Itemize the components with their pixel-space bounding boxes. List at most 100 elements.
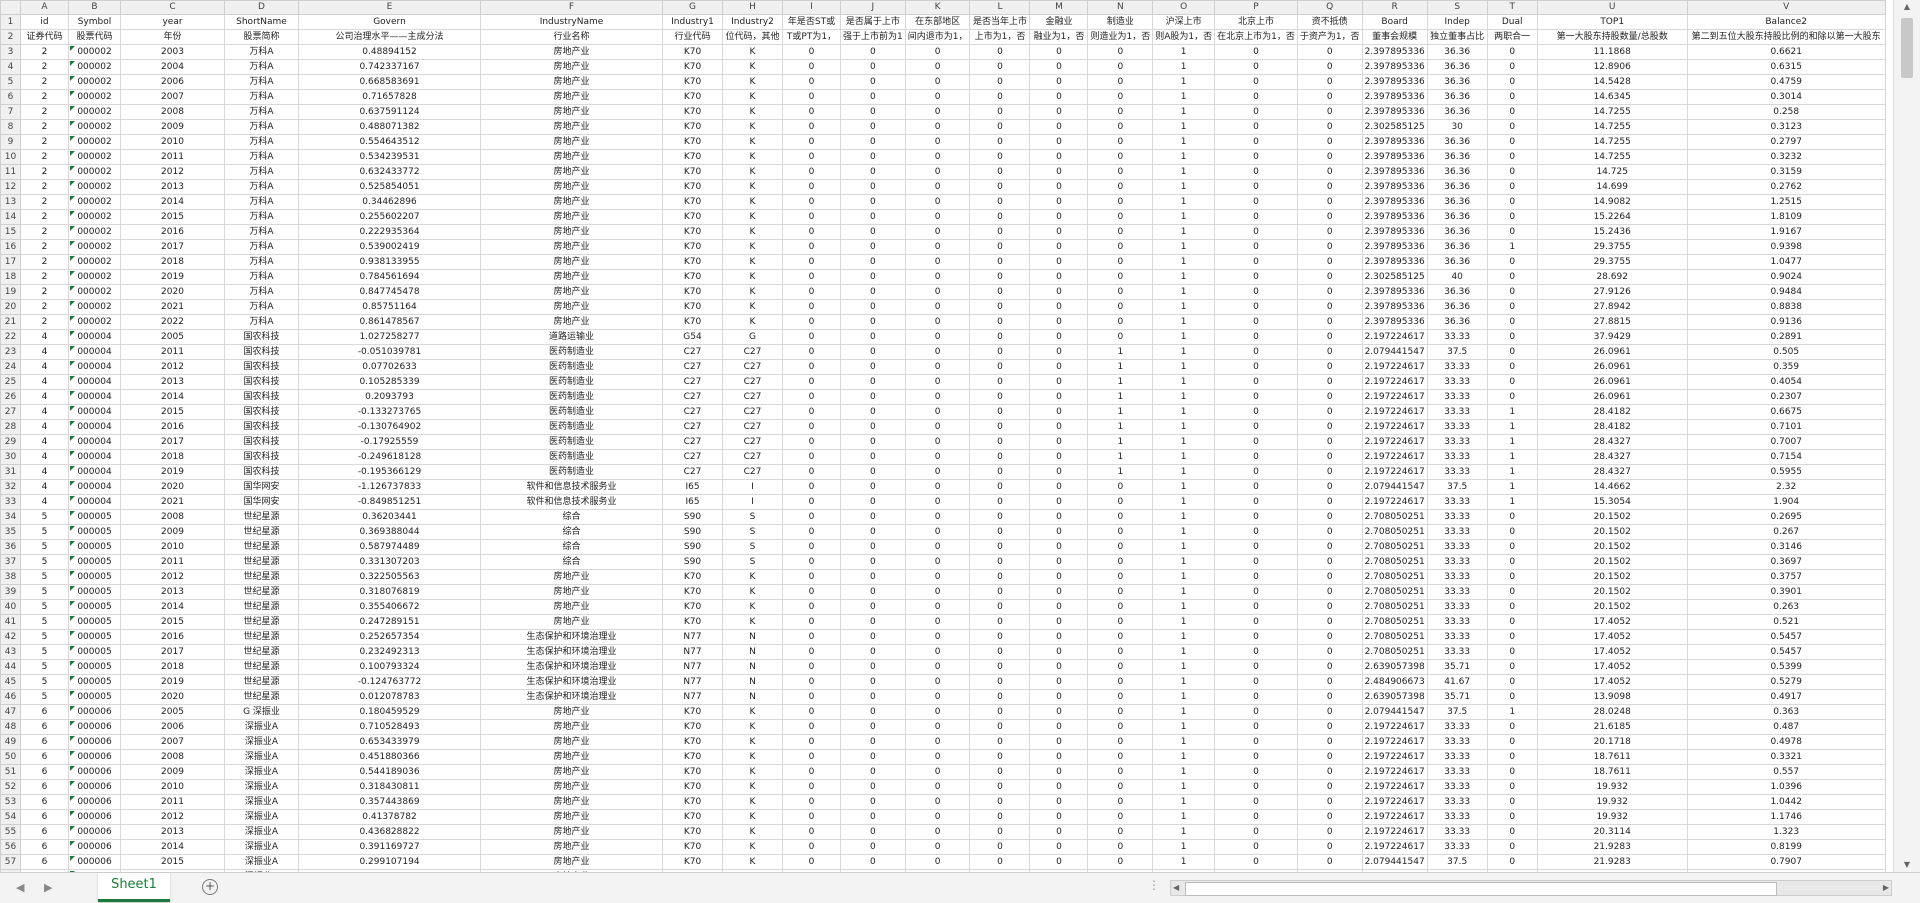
cell-d[interactable]: 万科A [224,164,299,180]
cell-k[interactable]: 0 [904,224,971,240]
column-header-g[interactable]: G [662,0,723,15]
cell-f[interactable]: 房地产业 [480,164,663,180]
cell-c[interactable]: 2003 [120,44,225,60]
cell-g[interactable]: S90 [662,539,723,555]
cell-s[interactable]: 33.33 [1426,734,1488,750]
cell-l[interactable]: 0 [969,314,1031,330]
cell-t[interactable]: 0 [1486,734,1538,750]
cell-q[interactable]: 0 [1296,824,1363,840]
cell-o[interactable]: 1 [1152,89,1216,105]
cell-a[interactable]: 4 [20,374,69,390]
cell-v[interactable]: 0.2762 [1686,179,1886,195]
cell-d[interactable]: 世纪星源 [224,524,299,540]
cell-f[interactable]: 医药制造业 [480,359,663,375]
cell-h[interactable]: K [722,239,783,255]
row-header[interactable]: 45 [0,674,21,690]
cell-d[interactable]: 深振业A [224,764,299,780]
cell-t[interactable]: 1 [1486,494,1538,510]
cell-k[interactable]: 0 [904,104,971,120]
cell-j[interactable]: 0 [840,554,906,570]
cell-d[interactable]: 国华网安 [224,479,299,495]
cell-s[interactable]: 33.33 [1426,374,1488,390]
cell-d[interactable]: 世纪星源 [224,674,299,690]
cell-a[interactable]: 4 [20,494,69,510]
cell-f[interactable]: 房地产业 [480,584,663,600]
cell-f[interactable]: 医药制造业 [480,404,663,420]
cell-e[interactable]: 0.525854051 [298,179,481,195]
cell-i[interactable]: 0 [782,404,841,420]
cell-u[interactable]: 14.5428 [1536,74,1688,90]
cell-i[interactable]: 0 [782,44,841,60]
cell-l[interactable]: 0 [969,134,1031,150]
cell-v[interactable]: 0.263 [1686,599,1886,615]
cell-l[interactable]: 0 [969,389,1031,405]
cell-u[interactable]: 19.932 [1536,794,1688,810]
column-header-o[interactable]: O [1152,0,1216,15]
cell-v[interactable]: 0.6315 [1686,59,1886,75]
cell-d[interactable]: 深振业A [224,779,299,795]
cell-k[interactable]: 0 [904,704,971,720]
cell-v[interactable]: 0.9136 [1686,314,1886,330]
cell-d[interactable]: 国农科技 [224,419,299,435]
cell-d[interactable]: 国农科技 [224,434,299,450]
cell-p[interactable]: 0 [1214,584,1298,600]
cell-d[interactable]: 万科A [224,104,299,120]
row-header[interactable]: 35 [0,524,21,540]
cell-a[interactable]: 4 [20,479,69,495]
cell-f[interactable]: 房地产业 [480,104,663,120]
cell-h[interactable]: C27 [722,374,783,390]
cell-a[interactable]: 5 [20,524,69,540]
cell-e[interactable]: 0.34462896 [298,194,481,210]
cell-s[interactable]: 36.36 [1426,254,1488,270]
cell-h[interactable]: C27 [722,449,783,465]
cell-i[interactable]: 0 [782,74,841,90]
cell-t[interactable]: 0 [1486,74,1538,90]
row-header[interactable]: 57 [0,854,21,870]
cell-p[interactable]: 0 [1214,509,1298,525]
cell-s[interactable]: 33.33 [1426,524,1488,540]
cell-f[interactable]: 房地产业 [480,314,663,330]
cell-k[interactable]: 0 [904,824,971,840]
cell-s[interactable]: 33.33 [1426,794,1488,810]
cell-m[interactable]: 0 [1029,89,1089,105]
cell-v[interactable]: 1.2515 [1686,194,1886,210]
cell-i[interactable]: 0 [782,629,841,645]
cell-t[interactable]: 0 [1486,59,1538,75]
cell-l[interactable]: 0 [969,674,1031,690]
cell-a[interactable]: 2 [20,134,69,150]
cell-b[interactable]: 000006 [68,779,121,795]
cell-h[interactable]: K [722,164,783,180]
cell-h[interactable]: K [722,839,783,855]
cell-n[interactable]: 0 [1087,659,1154,675]
cell-v[interactable]: 0.487 [1686,719,1886,735]
spreadsheet-grid[interactable]: ABCDEFGHIJKLMNOPQRSTUV 1 id Symbol year Shor… [0,0,1894,872]
cell-k[interactable]: 0 [904,689,971,705]
cell-e[interactable]: 1.027258277 [298,329,481,345]
cell-i[interactable]: 0 [782,794,841,810]
cell-c[interactable]: 2015 [120,209,225,225]
cell-e[interactable]: 0.299107194 [298,854,481,870]
cell-l[interactable]: 0 [969,794,1031,810]
cell-p[interactable]: 0 [1214,479,1298,495]
cell-p[interactable]: 0 [1214,539,1298,555]
cell-j[interactable]: 0 [840,374,906,390]
cell-r[interactable]: 2.079441547 [1361,854,1428,870]
cell-f[interactable]: 房地产业 [480,704,663,720]
cell-t[interactable]: 0 [1486,329,1538,345]
cell-h[interactable]: K [722,254,783,270]
cell-q[interactable]: 0 [1296,284,1363,300]
cell-l[interactable]: 0 [969,749,1031,765]
cell-u[interactable]: 21.9283 [1536,839,1688,855]
cell-g[interactable]: K70 [662,299,723,315]
cell-a[interactable]: 2 [20,149,69,165]
cell-d[interactable]: G 深振业 [224,704,299,720]
cell-p[interactable]: 0 [1214,404,1298,420]
cell-n[interactable]: 0 [1087,194,1154,210]
cell-k[interactable]: 0 [904,254,971,270]
cell-n[interactable]: 0 [1087,614,1154,630]
cell-d[interactable]: 世纪星源 [224,584,299,600]
row-header[interactable]: 31 [0,464,21,480]
cell-n[interactable]: 0 [1087,89,1154,105]
cell-j[interactable]: 是否属于上市 [840,14,906,30]
cell-c[interactable]: 2013 [120,374,225,390]
